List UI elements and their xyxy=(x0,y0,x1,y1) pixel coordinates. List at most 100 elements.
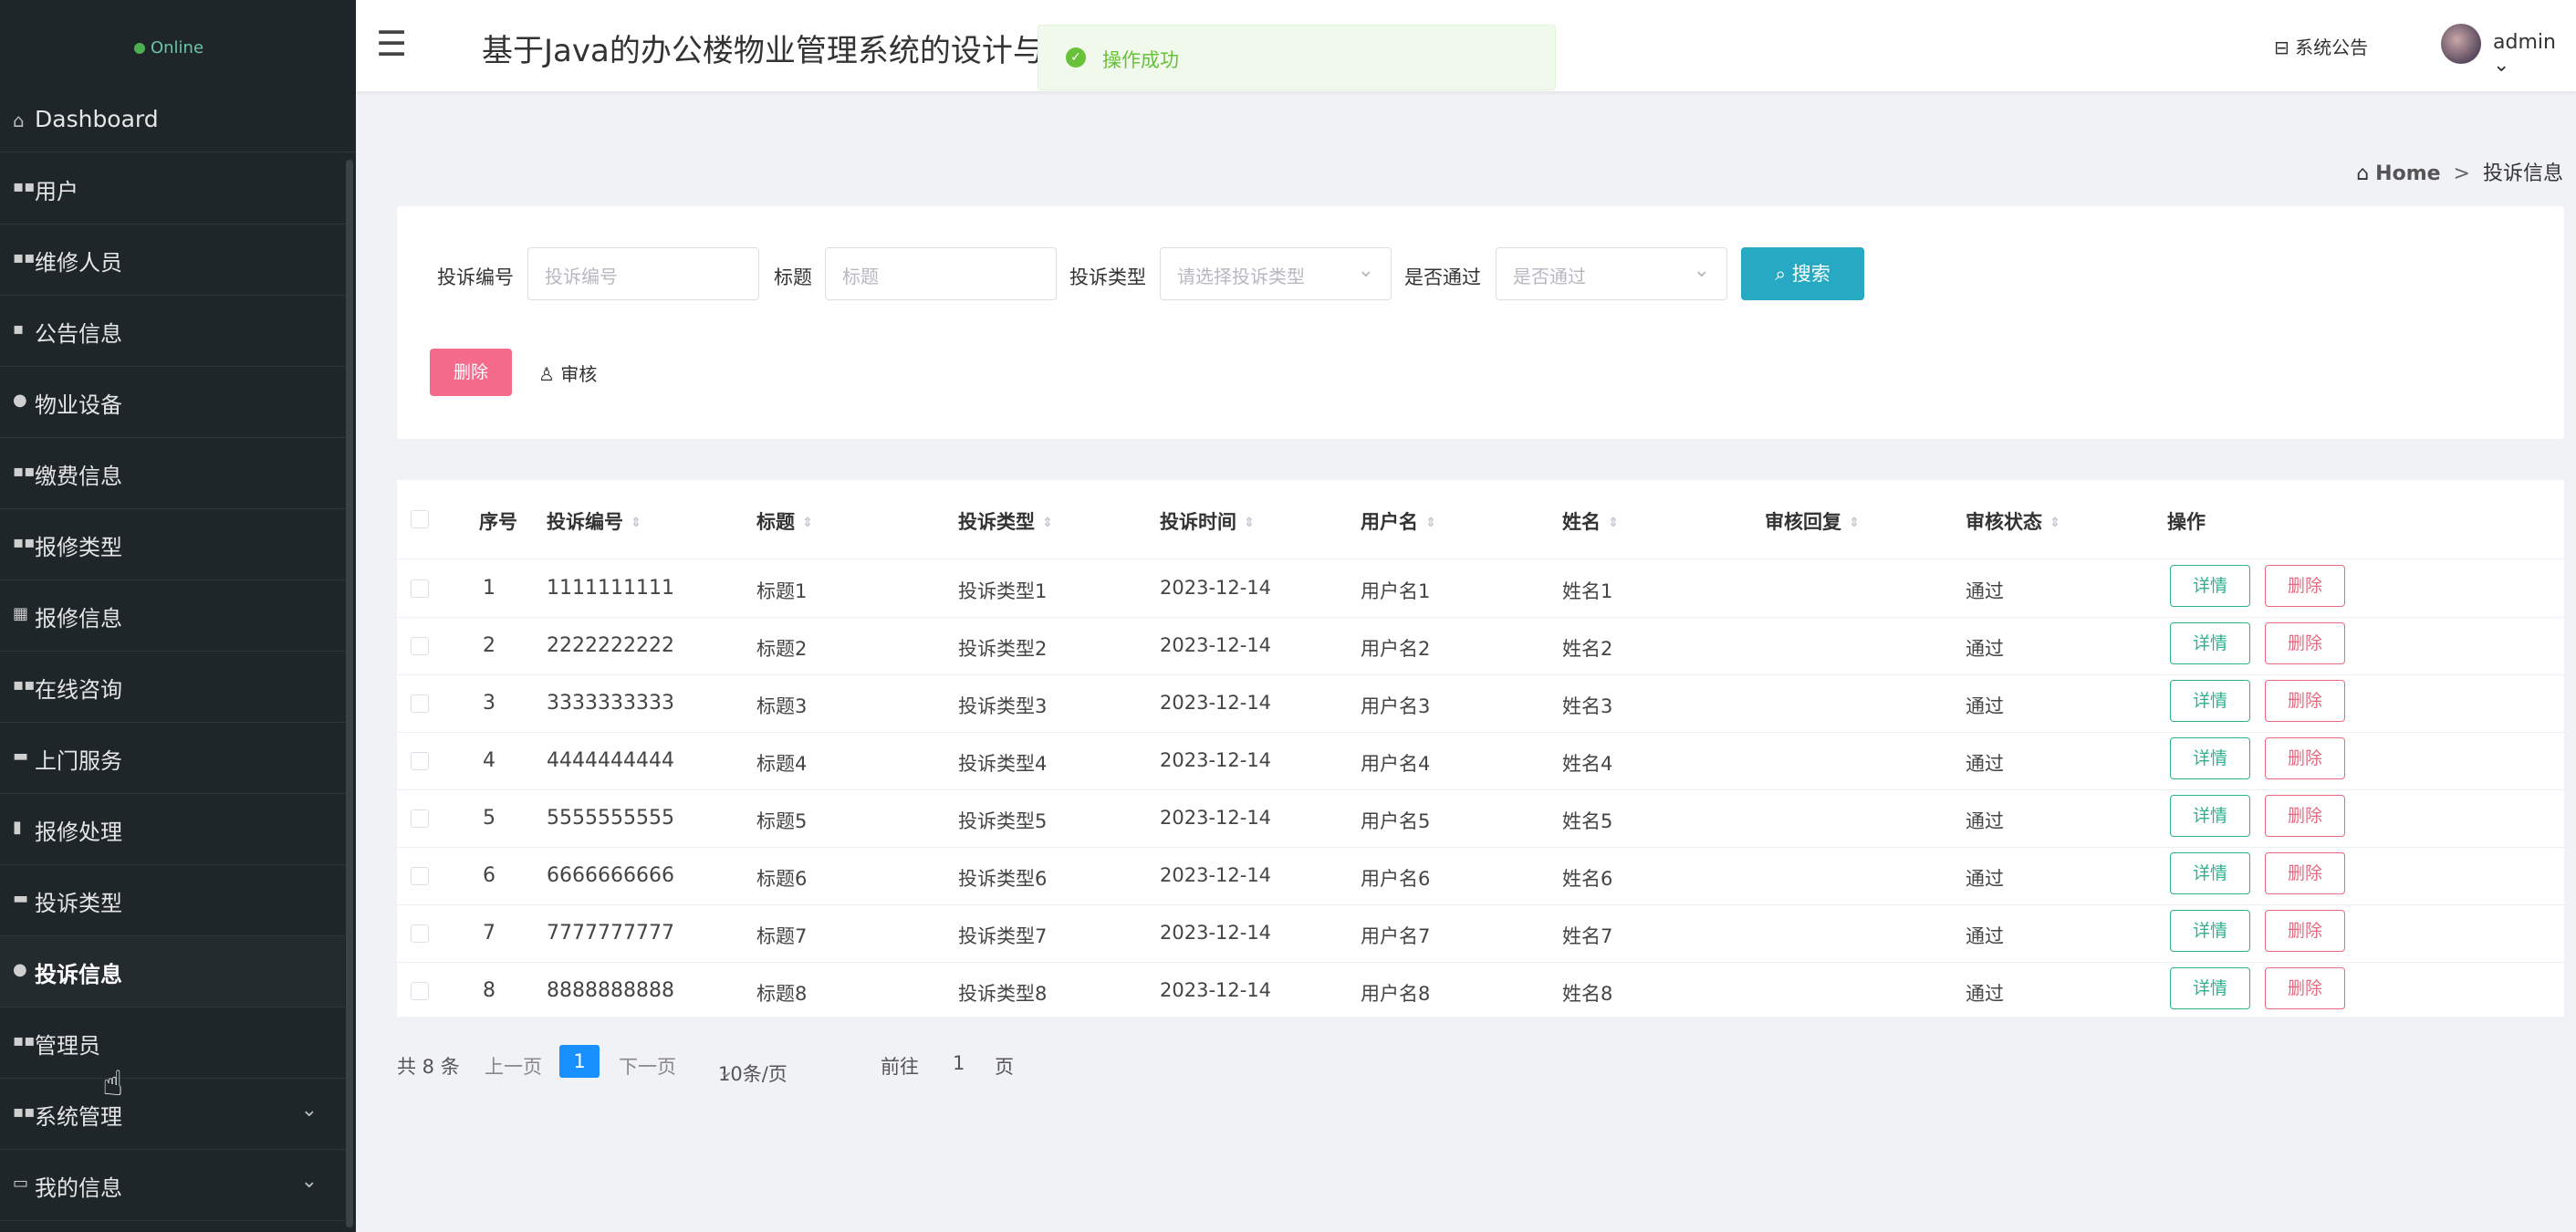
column-header-label: 投诉时间 xyxy=(1160,511,1236,533)
menu-toggle-icon[interactable]: ☰ xyxy=(376,24,407,64)
title-cell: 标题8 xyxy=(756,983,808,1005)
sidebar-item[interactable]: ● 物业设备 xyxy=(0,367,345,438)
audit-button[interactable]: ♙ 审核 xyxy=(538,360,597,386)
avatar[interactable] xyxy=(2441,24,2481,64)
row-checkbox[interactable] xyxy=(411,579,429,598)
sidebar-item-dashboard[interactable]: ⌂ Dashboard xyxy=(0,91,356,152)
column-header[interactable]: 审核回复 ⇕ xyxy=(1765,507,1860,535)
audit-status: 通过 xyxy=(1966,810,2004,832)
detail-button[interactable]: 详情 xyxy=(2170,737,2250,779)
sidebar-item[interactable]: ▭ 我的信息 ⌄ xyxy=(0,1150,345,1221)
column-header[interactable]: 投诉时间 ⇕ xyxy=(1160,507,1255,535)
success-toast: ✓ 操作成功 xyxy=(1038,25,1556,90)
sort-icon[interactable]: ⇕ xyxy=(2049,516,2060,530)
row-checkbox[interactable] xyxy=(411,867,429,885)
sidebar-item[interactable]: ▦ 报修信息 xyxy=(0,580,345,652)
sidebar-item[interactable]: ▪▪ 报修类型 xyxy=(0,509,345,580)
detail-button[interactable]: 详情 xyxy=(2170,565,2250,607)
sidebar-item[interactable]: ● 投诉信息 xyxy=(0,936,345,1008)
title-input[interactable]: 标题 xyxy=(825,247,1057,300)
table-row: 6 6666666666 标题6 投诉类型6 2023-12-14 用户名6 姓名6 通过 详情… xyxy=(397,848,2564,905)
search-button[interactable]: ⌕ 搜索 xyxy=(1741,247,1864,300)
grid-icon: ▪▪ xyxy=(13,177,36,196)
delete-button[interactable]: 删除 xyxy=(2265,967,2345,1009)
detail-button[interactable]: 详情 xyxy=(2170,795,2250,837)
sidebar-item-label: 投诉信息 xyxy=(35,962,122,987)
row-checkbox[interactable] xyxy=(411,809,429,828)
row-checkbox[interactable] xyxy=(411,694,429,713)
prev-page-button[interactable]: 上一页 xyxy=(485,1052,542,1080)
user-menu[interactable]: admin ⌄ xyxy=(2493,31,2576,77)
approved-select[interactable]: 是否通过 ⌄ xyxy=(1496,247,1727,300)
sort-icon[interactable]: ⇕ xyxy=(1849,516,1860,530)
column-header[interactable]: 投诉类型 ⇕ xyxy=(958,507,1053,535)
column-header[interactable]: 用户名 ⇕ xyxy=(1361,507,1436,535)
detail-button[interactable]: 详情 xyxy=(2170,852,2250,894)
delete-button[interactable]: 删除 xyxy=(2265,737,2345,779)
system-notice-label: 系统公告 xyxy=(2295,37,2369,58)
next-page-button[interactable]: 下一页 xyxy=(619,1052,676,1080)
goto-page-input[interactable]: 1 xyxy=(953,1052,965,1074)
online-status-label: Online xyxy=(150,38,204,57)
delete-button[interactable]: 删除 xyxy=(2265,680,2345,722)
sort-icon[interactable]: ⇕ xyxy=(1042,516,1053,530)
column-header[interactable]: 投诉编号 ⇕ xyxy=(547,507,641,535)
complaint-type-select[interactable]: 请选择投诉类型 ⌄ xyxy=(1160,247,1392,300)
complaint-code: 5555555555 xyxy=(547,807,674,830)
row-checkbox[interactable] xyxy=(411,924,429,943)
column-header[interactable]: 姓名 ⇕ xyxy=(1562,507,1619,535)
breadcrumb-home[interactable]: Home xyxy=(2375,162,2440,185)
sort-icon[interactable]: ⇕ xyxy=(802,516,813,530)
delete-button[interactable]: 删除 xyxy=(2265,565,2345,607)
column-header[interactable]: 审核状态 ⇕ xyxy=(1966,507,2060,535)
user-icon: ● xyxy=(13,960,27,979)
folder-icon: ▬ xyxy=(13,889,29,908)
detail-button[interactable]: 详情 xyxy=(2170,622,2250,664)
column-header[interactable]: 标题 ⇕ xyxy=(756,507,813,535)
sidebar-item[interactable]: ▪▪ 管理员 xyxy=(0,1008,345,1079)
select-all-checkbox[interactable] xyxy=(411,510,429,528)
detail-button[interactable]: 详情 xyxy=(2170,680,2250,722)
sort-icon[interactable]: ⇕ xyxy=(1608,516,1619,530)
detail-button[interactable]: 详情 xyxy=(2170,967,2250,1009)
batch-delete-button[interactable]: 删除 xyxy=(430,349,512,396)
sort-icon[interactable]: ⇕ xyxy=(1425,516,1436,530)
current-page[interactable]: 1 xyxy=(559,1045,600,1078)
row-checkbox[interactable] xyxy=(411,637,429,655)
search-panel: 投诉编号 投诉编号 标题 标题 投诉类型 请选择投诉类型 ⌄ 是否通过 是否通过 ⌄… xyxy=(397,206,2564,439)
delete-button[interactable]: 删除 xyxy=(2265,852,2345,894)
breadcrumb-current: 投诉信息 xyxy=(2482,162,2563,185)
table-row: 8 8888888888 标题8 投诉类型8 2023-12-14 用户名8 姓名8 通过 详情… xyxy=(397,963,2564,1020)
audit-button-label: 审核 xyxy=(560,363,598,385)
detail-button[interactable]: 详情 xyxy=(2170,910,2250,952)
sidebar-item[interactable]: ▪▪ 系统管理 ⌄ xyxy=(0,1079,345,1150)
delete-button[interactable]: 删除 xyxy=(2265,910,2345,952)
column-header: 操作 xyxy=(2167,507,2206,535)
sidebar-item[interactable]: ▬ 投诉类型 xyxy=(0,865,345,936)
name-cell: 姓名7 xyxy=(1562,925,1613,947)
complaint-code-input[interactable]: 投诉编号 xyxy=(527,247,759,300)
sidebar-item[interactable]: ▪ 公告信息 xyxy=(0,296,345,367)
sidebar-item[interactable]: ▪▪ 维修人员 xyxy=(0,224,345,296)
grid-icon: ▪▪ xyxy=(13,1102,36,1122)
row-checkbox[interactable] xyxy=(411,752,429,770)
sidebar-scrollbar[interactable] xyxy=(346,160,353,1227)
sidebar-item[interactable]: ▪▪ 在线咨询 xyxy=(0,652,345,723)
complaint-code: 7777777777 xyxy=(547,922,674,945)
sidebar-item[interactable]: ▮ 报修处理 xyxy=(0,794,345,865)
sort-icon[interactable]: ⇕ xyxy=(631,516,641,530)
sort-icon[interactable]: ⇕ xyxy=(1244,516,1255,530)
delete-button[interactable]: 删除 xyxy=(2265,622,2345,664)
placeholder: 请选择投诉类型 xyxy=(1177,266,1305,287)
system-notice-button[interactable]: ⊟ 系统公告 xyxy=(2274,33,2368,59)
row-checkbox[interactable] xyxy=(411,982,429,1000)
column-header-label: 审核状态 xyxy=(1966,511,2042,533)
sidebar-item[interactable]: ▪▪ 缴费信息 xyxy=(0,438,345,509)
username-cell: 用户名7 xyxy=(1361,925,1431,947)
hand-cursor-icon: ☝ xyxy=(102,1063,124,1103)
complaint-time: 2023-12-14 xyxy=(1160,692,1272,714)
sidebar-item[interactable]: ▬ 上门服务 xyxy=(0,723,345,794)
chevron-down-icon: ⌄ xyxy=(1357,259,1374,282)
sidebar-item[interactable]: ▪▪ 用户 xyxy=(0,153,345,224)
delete-button[interactable]: 删除 xyxy=(2265,795,2345,837)
